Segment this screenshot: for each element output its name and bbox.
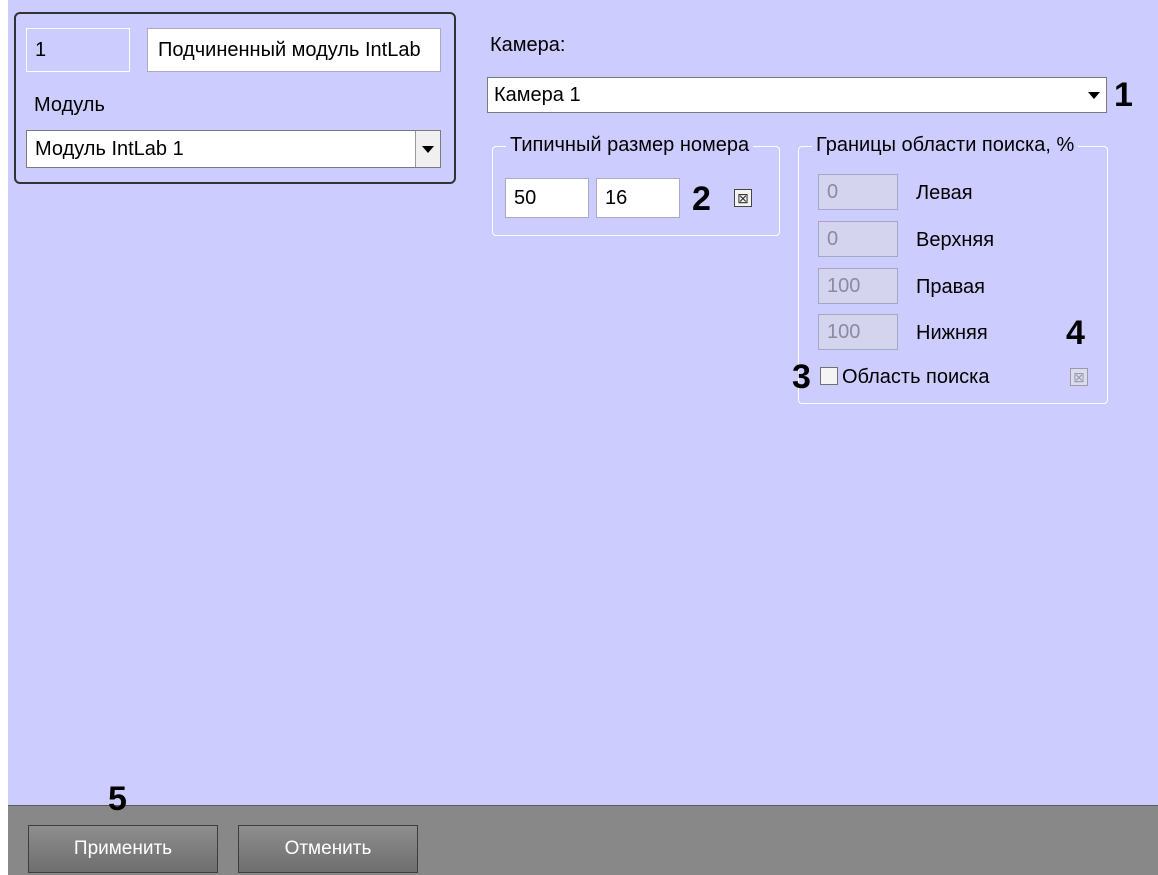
callout-3: 3 bbox=[792, 358, 811, 396]
search-bottom-label: Нижняя bbox=[916, 322, 988, 344]
search-bottom-field[interactable]: 100 bbox=[818, 314, 898, 350]
camera-label: Камера: bbox=[490, 34, 566, 56]
search-left-label: Левая bbox=[916, 182, 973, 204]
plate-size-title: Типичный размер номера bbox=[506, 134, 754, 157]
module-select-arrow[interactable] bbox=[415, 131, 440, 167]
plate-width-field[interactable]: 50 bbox=[505, 178, 589, 218]
search-right-field[interactable]: 100 bbox=[818, 268, 898, 304]
dropdown-arrow-icon bbox=[422, 145, 434, 153]
module-label: Модуль bbox=[34, 94, 105, 116]
module-name-field[interactable]: Подчиненный модуль IntLab bbox=[147, 28, 441, 72]
callout-5: 5 bbox=[108, 780, 127, 818]
search-area-reset-icon[interactable]: ⊠ bbox=[1070, 368, 1088, 386]
cancel-button[interactable]: Отменить bbox=[238, 825, 418, 873]
search-top-field[interactable]: 0 bbox=[818, 221, 898, 257]
search-area-checkbox[interactable] bbox=[820, 367, 838, 385]
module-select[interactable]: Модуль IntLab 1 bbox=[26, 130, 441, 168]
search-top-label: Верхняя bbox=[916, 229, 995, 251]
callout-4: 4 bbox=[1066, 314, 1085, 352]
camera-select-value: Камера 1 bbox=[494, 84, 581, 106]
plate-height-field[interactable]: 16 bbox=[596, 178, 680, 218]
search-left-field[interactable]: 0 bbox=[818, 174, 898, 210]
dropdown-arrow-icon bbox=[1088, 91, 1100, 99]
camera-select[interactable]: Камера 1 bbox=[487, 77, 1107, 113]
search-right-label: Правая bbox=[916, 276, 985, 298]
apply-button[interactable]: Применить bbox=[28, 825, 218, 873]
plate-size-reset-icon[interactable]: ⊠ bbox=[734, 189, 752, 207]
camera-select-arrow[interactable] bbox=[1082, 78, 1106, 112]
id-field[interactable]: 1 bbox=[26, 28, 130, 72]
search-area-title: Границы области поиска, % bbox=[812, 134, 1079, 157]
callout-2: 2 bbox=[692, 180, 711, 218]
module-select-value: Модуль IntLab 1 bbox=[35, 138, 184, 160]
search-area-checkbox-label: Область поиска bbox=[842, 366, 990, 388]
callout-1: 1 bbox=[1114, 76, 1133, 114]
